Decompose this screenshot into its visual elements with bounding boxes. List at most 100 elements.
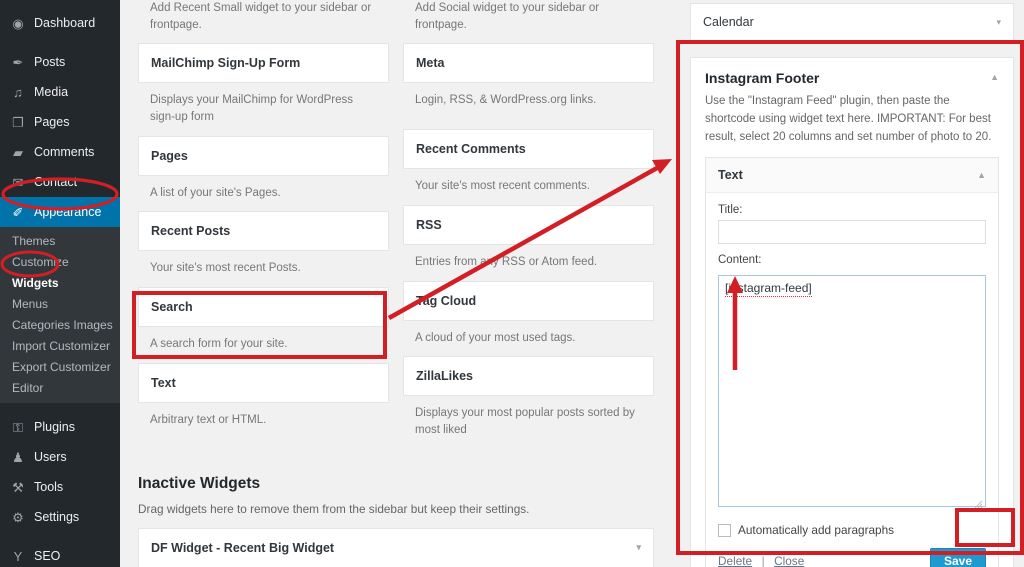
widget-card-rss[interactable]: RSS [403, 205, 654, 245]
widget-description: A cloud of your most used tags. [403, 321, 654, 357]
auto-paragraphs-label: Automatically add paragraphs [738, 523, 894, 537]
inactive-widgets-subtitle: Drag widgets here to remove them from th… [138, 502, 654, 516]
widget-grid-top-partial: Add Recent Small widget to your sidebar … [138, 0, 654, 43]
instagram-footer-header[interactable]: Instagram Footer ▲ [705, 70, 999, 86]
widget-card-recent-comments[interactable]: Recent Comments [403, 129, 654, 169]
sidebar-widgets-panel: Calendar ▾ Instagram Footer ▲ Use the "I… [680, 0, 1024, 567]
admin-sidebar: ◉ Dashboard ✒ Posts ♫ Media ❐ Pages ▰ Co… [0, 0, 120, 567]
widget-description: Displays your most popular posts sorted … [403, 396, 654, 448]
widget-card-recent-posts[interactable]: Recent Posts [138, 211, 389, 251]
widget-card-zillalikes[interactable]: ZillaLikes [403, 356, 654, 396]
sidebar-subitem-customize[interactable]: Customize [0, 251, 120, 272]
widget-column-left: Add Recent Small widget to your sidebar … [138, 0, 389, 43]
sidebar-subitem-widgets[interactable]: Widgets [0, 272, 120, 293]
widget-column-left: MailChimp Sign-Up Form Displays your Mai… [138, 43, 389, 448]
sidebar-item-appearance[interactable]: ✐ Appearance [0, 197, 120, 227]
sidebar-item-label: Plugins [34, 420, 75, 434]
sidebar-item-pages[interactable]: ❐ Pages [0, 107, 120, 137]
widget-description: Arbitrary text or HTML. [138, 403, 389, 439]
assigned-widget-calendar[interactable]: Calendar ▾ [690, 3, 1014, 41]
widget-card-search[interactable]: Search [138, 287, 389, 327]
delete-close-links: Delete | Close [718, 552, 804, 567]
widget-card-tag-cloud[interactable]: Tag Cloud [403, 281, 654, 321]
sidebar-item-label: Pages [34, 115, 69, 129]
chevron-up-icon[interactable]: ▲ [990, 70, 999, 84]
sidebar-item-seo[interactable]: Y SEO [0, 541, 120, 567]
sidebar-item-dashboard[interactable]: ◉ Dashboard [0, 8, 120, 38]
auto-paragraphs-checkbox[interactable] [718, 524, 731, 537]
widget-description: Add Social widget to your sidebar or fro… [403, 0, 654, 43]
sidebar-item-label: Contact [34, 175, 77, 189]
envelope-icon: ✉ [9, 174, 27, 190]
content-field-label: Content: [718, 254, 986, 266]
brush-icon: ✐ [9, 204, 27, 220]
sidebar-item-label: Tools [34, 480, 63, 494]
chevron-up-icon[interactable]: ▲ [977, 168, 986, 182]
sidebar-subitem-editor[interactable]: Editor [0, 377, 120, 398]
sidebar-item-label: Media [34, 85, 68, 99]
auto-paragraphs-row[interactable]: Automatically add paragraphs [718, 523, 986, 537]
widget-description: Entries from any RSS or Atom feed. [403, 245, 654, 281]
sidebar-item-label: Appearance [34, 205, 101, 219]
sidebar-item-tools[interactable]: ⚒ Tools [0, 472, 120, 502]
sidebar-subitem-menus[interactable]: Menus [0, 293, 120, 314]
sidebar-item-posts[interactable]: ✒ Posts [0, 47, 120, 77]
delete-link[interactable]: Delete [718, 554, 752, 567]
close-link[interactable]: Close [774, 554, 804, 567]
sidebar-divider [0, 403, 120, 412]
widget-card-mailchimp-signup[interactable]: MailChimp Sign-Up Form [138, 43, 389, 83]
instagram-footer-description: Use the "Instagram Feed" plugin, then pa… [705, 93, 999, 146]
widget-card-pages[interactable]: Pages [138, 136, 389, 176]
instagram-footer-title: Instagram Footer [705, 70, 819, 86]
sidebar-divider [0, 38, 120, 47]
appearance-submenu: Themes Customize Widgets Menus Categorie… [0, 227, 120, 403]
pages-icon: ❐ [9, 114, 27, 130]
save-button[interactable]: Save [930, 548, 986, 567]
user-icon: ♟ [9, 449, 27, 465]
title-field-label: Title: [718, 204, 986, 216]
inactive-widget-label: DF Widget - Recent Big Widget [151, 541, 334, 555]
inactive-widget-df-recent-big[interactable]: DF Widget - Recent Big Widget ▾ [138, 528, 654, 567]
chevron-down-icon[interactable]: ▾ [996, 17, 1001, 28]
sidebar-subitem-categories-images[interactable]: Categories Images [0, 314, 120, 335]
widget-description: Displays your MailChimp for WordPress si… [138, 83, 389, 135]
sidebar-item-label: Users [34, 450, 67, 464]
chevron-down-icon[interactable]: ▾ [636, 542, 641, 553]
inactive-widgets-title: Inactive Widgets [138, 475, 654, 493]
widget-grid: MailChimp Sign-Up Form Displays your Mai… [138, 43, 654, 448]
title-input[interactable] [718, 220, 986, 244]
dashboard-icon: ◉ [9, 15, 27, 31]
widget-description: Login, RSS, & WordPress.org links. [403, 83, 654, 129]
text-widget-form: Text ▲ Title: Content: [instagram-feed] [705, 157, 999, 567]
sidebar-item-label: SEO [34, 549, 60, 563]
content-textarea-wrap: [instagram-feed] [718, 275, 986, 512]
widget-description: A list of your site's Pages. [138, 176, 389, 212]
widget-card-text[interactable]: Text [138, 363, 389, 403]
wrench-icon: ⚒ [9, 479, 27, 495]
sidebar-subitem-themes[interactable]: Themes [0, 230, 120, 251]
pin-icon: ✒ [9, 54, 27, 70]
sidebar-item-label: Posts [34, 55, 65, 69]
widget-description: Your site's most recent comments. [403, 169, 654, 205]
sidebar-subitem-import-customizer[interactable]: Import Customizer [0, 335, 120, 356]
sidebar-subitem-export-customizer[interactable]: Export Customizer [0, 356, 120, 377]
text-widget-header[interactable]: Text ▲ [706, 158, 998, 193]
sidebar-item-plugins[interactable]: ⚿ Plugins [0, 412, 120, 442]
media-icon: ♫ [9, 84, 27, 100]
sidebar-item-label: Settings [34, 510, 79, 524]
sidebar-item-label: Comments [34, 145, 94, 159]
assigned-widget-label: Calendar [703, 15, 754, 29]
sidebar-item-comments[interactable]: ▰ Comments [0, 137, 120, 167]
text-widget-actions: Delete | Close Save [718, 548, 986, 567]
comments-icon: ▰ [9, 144, 27, 160]
text-widget-body: Title: Content: [instagram-feed] Automat… [706, 193, 998, 567]
widget-description: A search form for your site. [138, 327, 389, 363]
sidebar-item-media[interactable]: ♫ Media [0, 77, 120, 107]
text-widget-title: Text [718, 168, 743, 182]
widget-description: Add Recent Small widget to your sidebar … [138, 0, 389, 43]
content-textarea[interactable] [718, 275, 986, 507]
sidebar-item-users[interactable]: ♟ Users [0, 442, 120, 472]
sidebar-item-contact[interactable]: ✉ Contact [0, 167, 120, 197]
widget-card-meta[interactable]: Meta [403, 43, 654, 83]
sidebar-item-settings[interactable]: ⚙ Settings [0, 502, 120, 532]
